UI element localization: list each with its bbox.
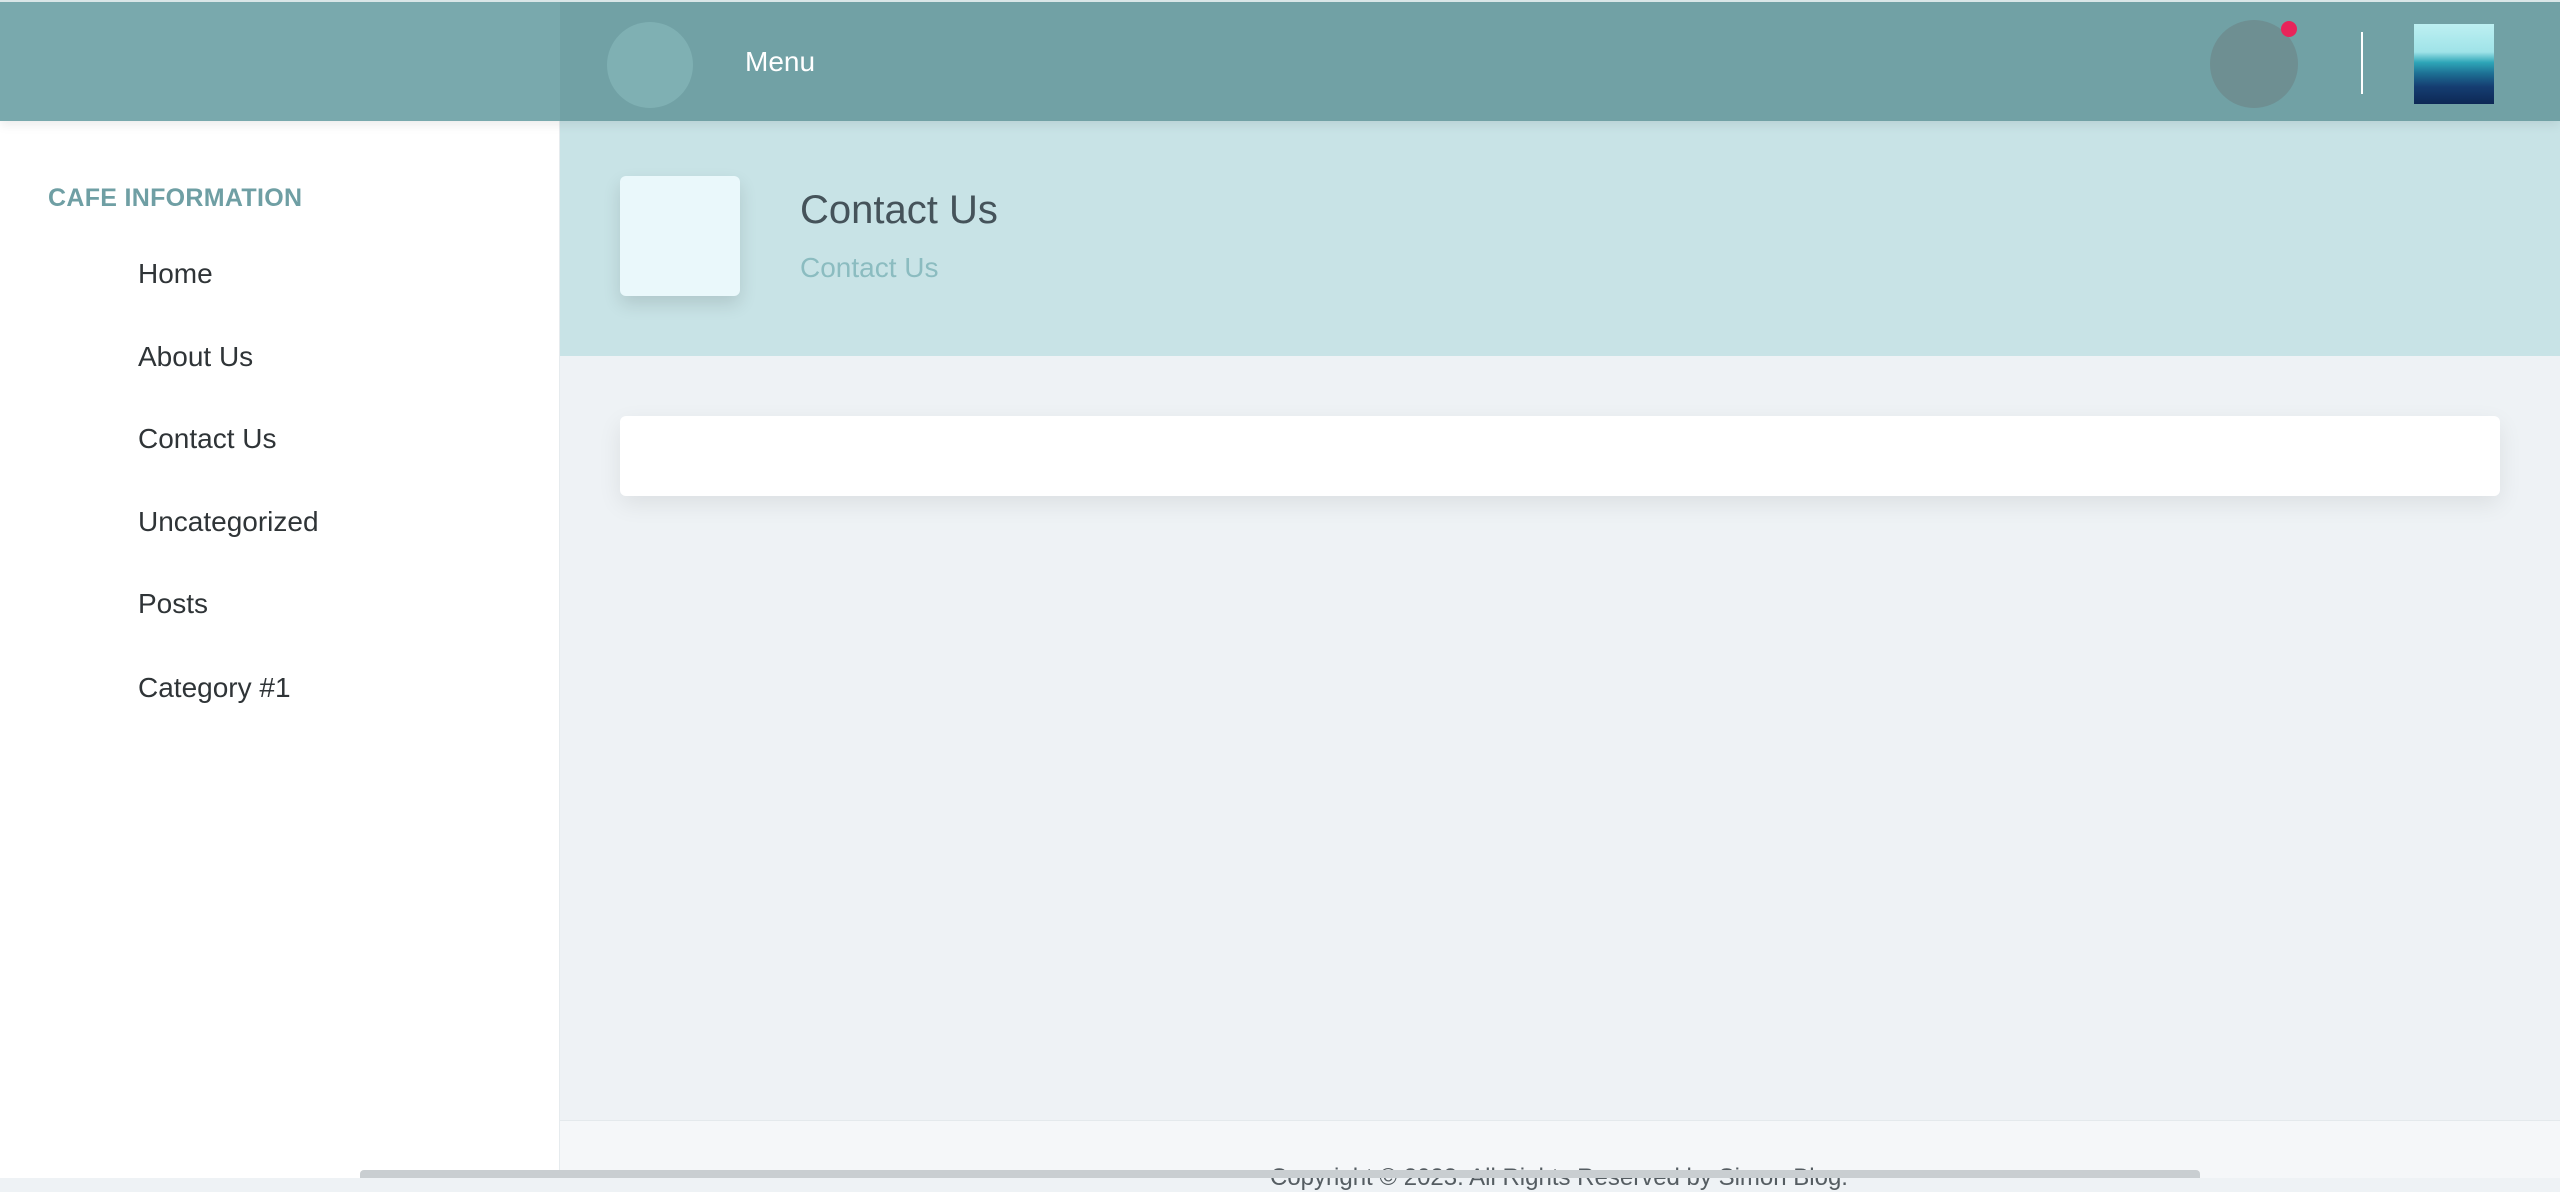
window-bottom-edge (360, 1170, 2200, 1178)
page-header (560, 121, 2560, 356)
menu-toggle-button[interactable] (607, 22, 693, 108)
breadcrumb[interactable]: Contact Us (800, 252, 939, 284)
sidebar-item-about-us[interactable]: About Us (138, 341, 253, 373)
sidebar-item-home[interactable]: Home (138, 258, 213, 290)
sidebar-item-uncategorized[interactable]: Uncategorized (138, 506, 319, 538)
top-navbar: Menu (0, 0, 2560, 121)
page-icon (620, 176, 740, 296)
navbar-divider (2361, 32, 2363, 94)
notification-dot-icon (2281, 21, 2297, 37)
navbar-brand-area (0, 2, 560, 121)
sidebar-item-category-1[interactable]: Category #1 (138, 672, 291, 704)
page-title: Contact Us (800, 188, 998, 232)
sidebar: CAFE INFORMATION Home About Us Contact U… (0, 121, 560, 1178)
sidebar-item-contact-us[interactable]: Contact Us (138, 423, 277, 455)
content-card (620, 416, 2500, 496)
menu-label[interactable]: Menu (745, 46, 815, 78)
sidebar-heading: CAFE INFORMATION (48, 184, 303, 212)
sidebar-item-posts[interactable]: Posts (138, 588, 208, 620)
footer-copyright: Copyright © 2023. All Rights Reserved by… (1270, 1164, 1848, 1192)
user-avatar[interactable] (2414, 24, 2494, 104)
